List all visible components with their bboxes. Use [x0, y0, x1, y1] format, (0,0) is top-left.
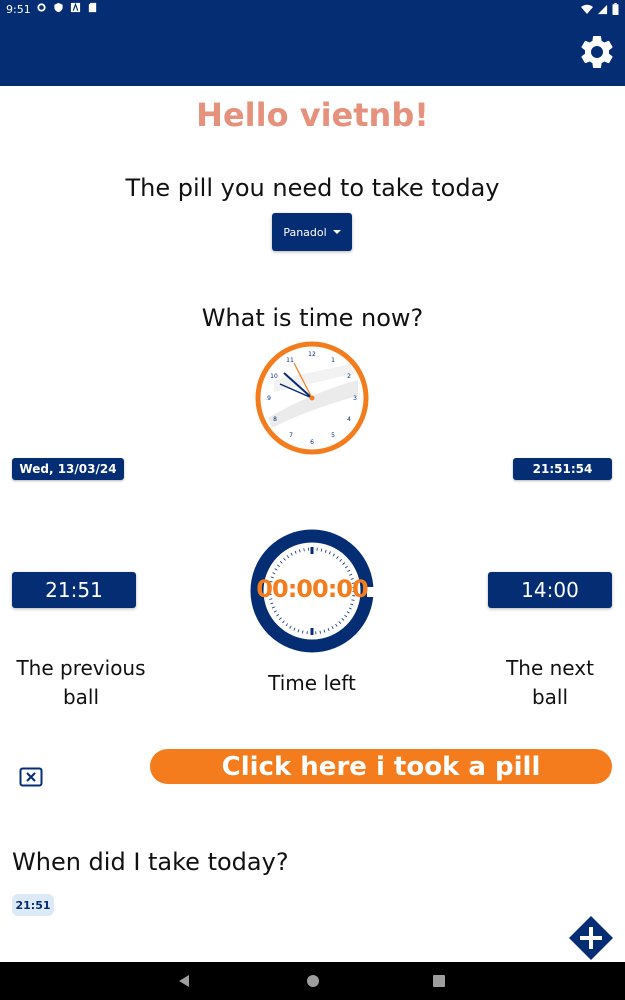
font-a-icon	[70, 2, 81, 13]
next-label-line1: The next	[506, 656, 594, 680]
settings-button[interactable]	[577, 32, 617, 72]
sd-card-icon	[88, 2, 97, 13]
svg-text:1: 1	[331, 357, 335, 364]
took-pill-button[interactable]: Click here i took a pill	[150, 749, 612, 784]
home-button[interactable]	[305, 973, 321, 989]
next-time-box: 14:00	[488, 572, 612, 608]
add-button[interactable]	[568, 915, 614, 961]
svg-text:7: 7	[289, 432, 293, 439]
clock-time-chip: 21:51:54	[513, 458, 612, 480]
svg-text:3: 3	[353, 395, 357, 402]
settings-gear-icon	[581, 36, 613, 68]
system-nav-bar	[0, 962, 625, 1000]
wifi-icon	[581, 4, 593, 14]
svg-text:11: 11	[286, 357, 294, 364]
timer-label: Time left	[268, 671, 356, 695]
svg-text:5: 5	[331, 432, 335, 439]
date-chip: Wed, 13/03/24	[12, 458, 124, 480]
svg-text:2: 2	[347, 373, 351, 380]
taken-time-chip: 21:51	[12, 894, 54, 916]
shield-icon	[54, 2, 63, 13]
home-icon	[307, 975, 319, 987]
status-system-icons	[581, 3, 619, 15]
recents-button[interactable]	[431, 973, 447, 989]
cancel-icon	[19, 767, 43, 787]
next-label: The next ball	[470, 654, 625, 712]
svg-text:6: 6	[310, 439, 314, 446]
previous-label-line1: The previous	[16, 656, 146, 680]
previous-label-line2: ball	[62, 685, 100, 709]
app-bar	[0, 20, 625, 86]
back-icon	[179, 975, 189, 987]
battery-icon	[612, 3, 619, 15]
svg-text:8: 8	[273, 416, 277, 423]
svg-text:4: 4	[347, 416, 351, 423]
status-notification-icons	[36, 2, 98, 13]
status-time: 9:51	[6, 3, 31, 16]
pill-section-title: The pill you need to take today	[125, 174, 500, 202]
recents-icon	[433, 975, 445, 987]
countdown-timer-text: 00:00:00	[256, 575, 368, 603]
pill-dropdown[interactable]: Panadol	[272, 213, 352, 251]
time-section-title: What is time now?	[201, 304, 424, 332]
next-label-line2: ball	[531, 685, 569, 709]
previous-label: The previous ball	[0, 654, 162, 712]
signal-icon	[597, 4, 608, 14]
pill-dropdown-value: Panadol	[283, 225, 327, 239]
cancel-button[interactable]	[19, 767, 43, 787]
status-bar: 9:51	[0, 0, 625, 20]
greeting-title: Hello vietnb!	[196, 96, 429, 134]
previous-time-box: 21:51	[12, 572, 136, 608]
add-icon	[569, 916, 613, 960]
svg-text:9: 9	[267, 395, 271, 402]
svg-text:10: 10	[270, 373, 278, 380]
gear-small-icon	[37, 3, 46, 12]
chevron-down-icon	[332, 230, 341, 234]
back-button[interactable]	[176, 973, 192, 989]
history-title: When did I take today?	[12, 848, 289, 876]
svg-text:12: 12	[308, 351, 316, 358]
analog-clock: 1212 345 678 91011	[255, 341, 369, 455]
